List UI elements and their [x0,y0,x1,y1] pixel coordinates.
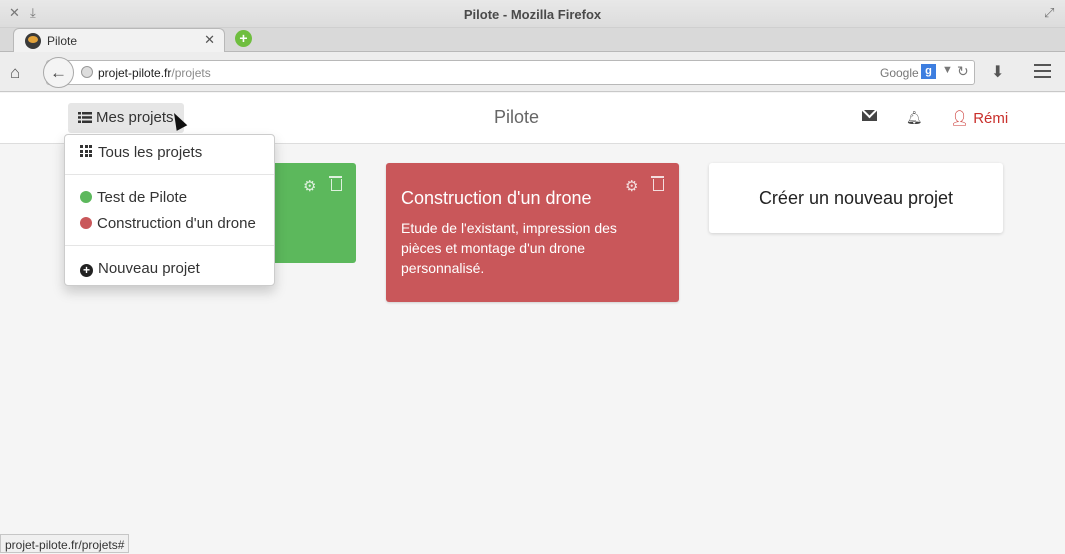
favicon-icon [25,33,41,49]
status-dot-icon [80,217,92,229]
create-project-label: Créer un nouveau projet [758,188,954,208]
user-menu-link[interactable]: 👤︎ Rémi [950,109,1008,127]
mail-icon[interactable] [862,110,877,121]
window-titlebar: ✕ ⤓ Pilote - Mozilla Firefox ⤢ [0,0,1065,28]
create-project-card[interactable]: Créer un nouveau projet [709,163,1003,233]
site-identity-icon[interactable] [81,66,93,78]
status-dot-icon [80,191,92,203]
trash-icon[interactable] [651,176,664,191]
back-button[interactable]: ← [43,57,74,88]
download-icon[interactable]: ⬇ [991,62,1004,82]
projects-dropdown-menu: Tous les projets Test de Pilote Construc… [64,134,275,286]
card-title: Construction d'un drone [401,188,592,208]
home-icon[interactable]: ⌂ [10,63,20,83]
menu-item-new-project[interactable]: + Nouveau projet [80,260,200,277]
gear-icon[interactable]: ⚙ [625,177,638,195]
gear-icon[interactable]: ⚙ [303,177,316,195]
menu-divider [65,174,274,175]
google-icon[interactable]: g [921,64,936,79]
project-card-drone[interactable]: Construction d'un drone Etude de l'exist… [386,163,679,302]
dropdown-arrow-icon[interactable]: ▼ [942,64,953,76]
bell-icon[interactable]: 🔔︎ [906,110,923,126]
user-name: Rémi [973,110,1009,127]
new-tab-button[interactable]: + [235,30,252,47]
search-engine-label[interactable]: Google [880,66,919,80]
grid-icon [80,145,92,157]
status-bar: projet-pilote.fr/projets# [0,534,130,553]
tab-label: Pilote [47,34,78,48]
menu-divider [65,245,274,246]
window-title: Pilote - Mozilla Firefox [463,7,602,22]
menu-item-construction-drone[interactable]: Construction d'un drone [80,215,256,232]
close-tab-icon[interactable]: ✕ [204,32,215,48]
card-description: Etude de l'existant, impression des pièc… [401,220,617,276]
my-projects-button[interactable]: Mes projets [68,103,184,133]
brand-title[interactable]: Pilote [494,107,539,128]
user-icon: 👤︎ [950,110,974,127]
page-content: Mes projets Pilote 🔔︎ 👤︎ Rémi ⚙ Construc… [0,93,1065,554]
my-projects-label: Mes projets [96,109,174,126]
menu-icon[interactable] [1034,64,1051,82]
trash-icon[interactable] [329,176,342,191]
menu-item-all-projects[interactable]: Tous les projets [80,144,202,161]
reload-icon[interactable]: ↻ [957,63,969,80]
maximize-window-icon[interactable]: ⤢ [1044,5,1054,21]
menu-item-test-de-pilote[interactable]: Test de Pilote [80,189,187,206]
tab-strip: Pilote ✕ + [0,28,1065,53]
list-icon [78,112,92,123]
plus-circle-icon: + [80,264,93,277]
url-text[interactable]: projet-pilote.fr/projets [98,66,211,80]
tab-pilote[interactable]: Pilote ✕ [13,28,225,53]
